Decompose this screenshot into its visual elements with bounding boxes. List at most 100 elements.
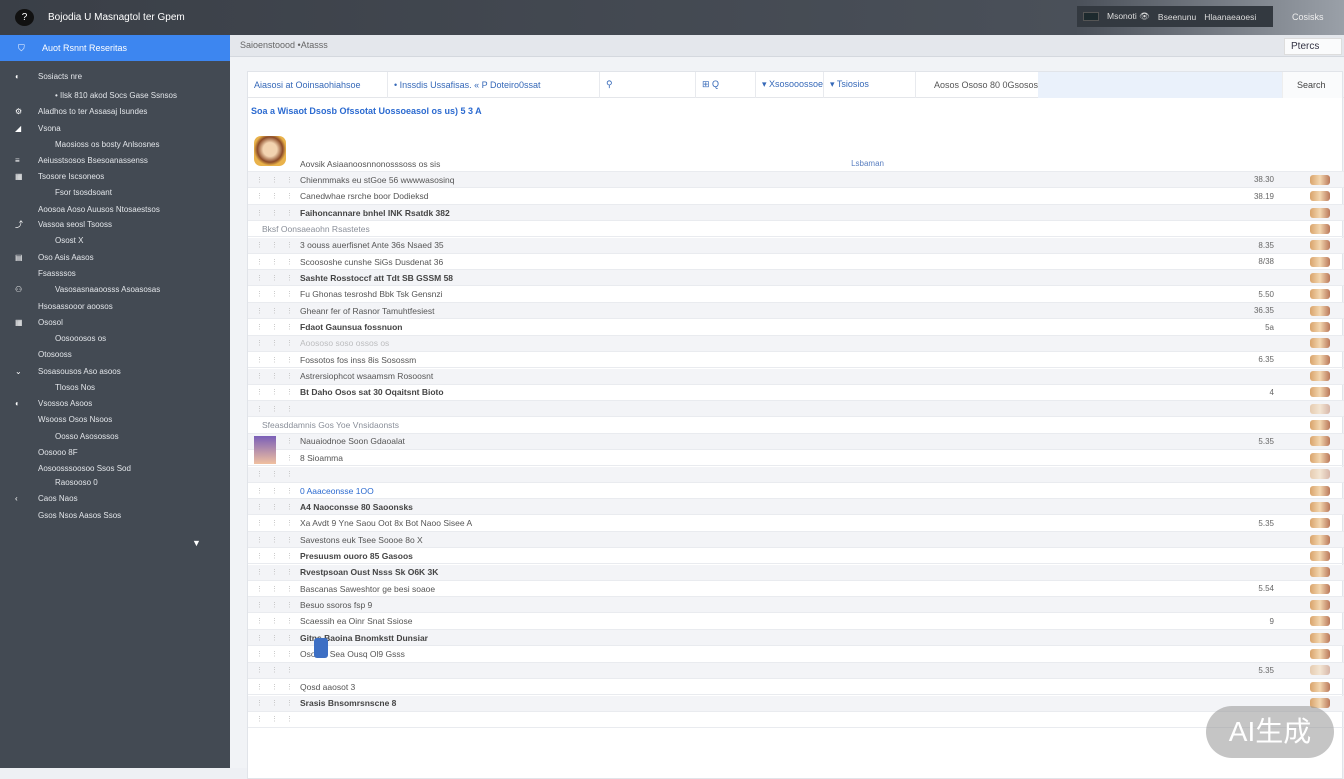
table-row[interactable]: ⋮ ⋮ ⋮8 Sioamma [248,450,1344,467]
row-handle-icon[interactable]: ⋮ ⋮ ⋮ [256,650,296,658]
table-row[interactable]: ⋮ ⋮ ⋮Nauaiodnoe Soon Gdaoalat5.35 [248,433,1344,450]
sidebar-item[interactable]: Osost X [0,233,230,247]
table-row[interactable]: ⋮ ⋮ ⋮ Srasis Bnsomrsnscne 8 [248,695,1344,712]
section-row[interactable]: Sfeasddamnis Gos Yoe Vnsidaonsts [248,418,1344,434]
table-row[interactable]: ⋮ ⋮ ⋮ Astrersiophcot wsaamsm Rosoosnt [248,368,1344,385]
row-handle-icon[interactable]: ⋮ ⋮ ⋮ [256,274,296,282]
table-row[interactable]: ⋮ ⋮ ⋮ Fdaot Gaunsua fossnuon 5a [248,320,1344,336]
row-handle-icon[interactable]: ⋮ ⋮ ⋮ [256,585,296,593]
section-row[interactable]: Bksf Oonsaeaohn Rsastetes [248,221,1344,238]
sidebar-item[interactable]: ▤ Oso Asis Aasos [0,250,230,264]
top-nav-item[interactable]: Hlaanaeaoesi [1204,12,1256,22]
table-row[interactable]: ⋮ ⋮ ⋮ Savestons euk Tsee Soooe 8o X [248,532,1344,549]
row-handle-icon[interactable]: ⋮ ⋮ ⋮ [256,617,296,625]
table-row[interactable]: ⋮ ⋮ ⋮ Scaessih ea Oinr Snat Ssiose 9 [248,614,1344,630]
table-row[interactable]: ⋮ ⋮ ⋮ Xa Avdt 9 Yne Saou Oot 8x Bot Naoo … [248,516,1344,532]
table-row[interactable]: ⋮ ⋮ ⋮ Qosd aaosot 3 [248,679,1344,696]
table-row[interactable]: ⋮ ⋮ ⋮ Bascanas Saweshtor ge besi soaoe 5.5… [248,581,1344,598]
table-row[interactable]: ⋮ ⋮ ⋮ Sashte Rosstoccf att Tdt SB GSSM 58 [248,270,1344,287]
sidebar-item[interactable]: ▦ Tsosore Iscsoneos [0,169,230,183]
table-row[interactable]: ⋮ ⋮ ⋮ Gheanr fer of Rasnor Tamuhtfesiest 3… [248,303,1344,320]
table-row[interactable]: ⋮ ⋮ ⋮ 3 oouss auerfisnet Ante 36s Nsaed 3… [248,237,1344,254]
sidebar-item[interactable]: Oosooo 8F [0,445,230,459]
row-handle-icon[interactable]: ⋮ ⋮ ⋮ [256,192,296,200]
table-row[interactable]: ⋮ ⋮ ⋮ Scoososhe cunshe SiGs Dusdenat 36 8/… [248,254,1344,271]
row-handle-icon[interactable]: ⋮ ⋮ ⋮ [256,699,296,707]
row-handle-icon[interactable]: ⋮ ⋮ ⋮ [256,290,296,298]
sidebar-item[interactable]: ‹ Caos Naos [0,491,230,505]
sidebar-item[interactable]: ⤴ Vassoa seosl Tsooss [0,217,230,231]
sidebar-item[interactable]: Oosooosos os [0,331,230,345]
row-handle-icon[interactable]: ⋮ ⋮ ⋮ [256,552,296,560]
row-handle-icon[interactable]: ⋮ ⋮ ⋮ [256,683,296,691]
table-row[interactable]: ⋮ ⋮ ⋮ [248,466,1344,483]
sidebar-item[interactable]: ⚇ Vasosasnaaoosss Asoasosas [0,282,230,296]
row-handle-icon[interactable]: ⋮ ⋮ ⋮ [256,388,296,396]
row-handle-icon[interactable]: ⋮ ⋮ ⋮ [256,519,296,527]
sidebar-item[interactable]: Fsassssos [0,266,230,280]
sidebar-item[interactable]: ⚙ Aladhos to ter Assasaj Isundes [0,104,230,118]
table-row[interactable]: ⋮ ⋮ ⋮ Gitns Baoina Bnomkstt Dunsiar [248,630,1344,647]
table-row[interactable]: ⋮ ⋮ ⋮ 0 Aaaceonsse 1OO [248,483,1344,499]
top-nav-item[interactable]: Msonoti 👁 [1107,11,1150,22]
table-row[interactable]: ⋮ ⋮ ⋮ Aoososo soso ossos os [248,335,1344,352]
table-row[interactable]: ⋮ ⋮ ⋮ Rvestpsoan Oust Nsss Sk O6K 3K [248,564,1344,581]
table-row[interactable]: ⋮ ⋮ ⋮ 5.35 [248,662,1344,679]
row-handle-icon[interactable]: ⋮ ⋮ ⋮ [256,503,296,511]
table-row[interactable]: Aovsik Asiaanoosnnonosssoss os sis Lsbama… [248,156,1344,172]
row-handle-icon[interactable]: ⋮ ⋮ ⋮ [256,339,296,347]
table-row[interactable]: ⋮ ⋮ ⋮ [248,401,1344,418]
row-handle-icon[interactable]: ⋮ ⋮ ⋮ [256,241,296,249]
sidebar-item[interactable]: Hsosassooor aoosos [0,299,230,313]
sidebar-item[interactable]: Maosioss os bosty Anlsosnes [0,137,230,151]
table-row[interactable]: ⋮ ⋮ ⋮ Presuusm ouoro 85 Gasoos [248,548,1344,565]
row-handle-icon[interactable]: ⋮ ⋮ ⋮ [256,536,296,544]
sidebar-item[interactable]: ◢ Vsona [0,121,230,135]
sidebar-item[interactable]: Oosso Asosossos [0,429,230,443]
table-row[interactable]: ⋮ ⋮ ⋮ A4 Naoconsse 80 Saoonsks [248,499,1344,516]
search-button[interactable]: Search [1282,72,1342,98]
table-row[interactable]: ⋮ ⋮ ⋮ Faihoncannare bnhel INK Rsatdk 382 [248,205,1344,222]
row-handle-icon[interactable]: ⋮ ⋮ ⋮ [256,323,296,331]
info-icon[interactable]: ? [15,9,34,26]
row-handle-icon[interactable]: ⋮ ⋮ ⋮ [256,258,296,266]
row-handle-icon[interactable]: ⋮ ⋮ ⋮ [256,568,296,576]
row-handle-icon[interactable]: ⋮ ⋮ ⋮ [256,372,296,380]
toolbar-filter[interactable]: Aiasosi at Ooinsaohiahsoe [248,71,388,98]
sidebar-item[interactable]: Tlosos Nos [0,380,230,394]
sidebar-item[interactable]: ⌄ Sosasousos Aso asoos [0,364,230,378]
row-handle-icon[interactable]: ⋮ ⋮ ⋮ [256,307,296,315]
table-row[interactable]: ⋮ ⋮ ⋮ Fu Ghonas tesroshd Bbk Tsk Gensnzi 5… [248,287,1344,303]
sidebar-item[interactable]: Aoosoa Aoso Auusos Ntosaestsos [0,202,230,216]
row-handle-icon[interactable]: ⋮ ⋮ ⋮ [256,487,296,495]
sidebar-item[interactable]: • Ilsk 810 akod Socs Gase Ssnsos [0,88,230,102]
table-row[interactable]: ⋮ ⋮ ⋮ Besuo ssoros fsp 9 [248,597,1344,614]
sidebar-item[interactable]: ≡ Aeiusstsosos Bsesoanassenss [0,153,230,167]
table-row[interactable]: ⋮ ⋮ ⋮ Bt Daho Osos sat 30 Oqaitsnt Bioto 4 [248,385,1344,401]
sidebar-item[interactable]: Wsooss Osos Nsoos [0,412,230,426]
row-handle-icon[interactable]: ⋮ ⋮ ⋮ [256,209,296,217]
sidebar-item[interactable]: Aosoosssoosoo Ssos Sod [0,461,230,475]
toolbar-tool[interactable]: ⊞ Q [696,71,756,98]
row-handle-icon[interactable]: ⋮ ⋮ ⋮ [256,634,296,642]
sidebar-item[interactable]: Gsos Nsos Aasos Ssos [0,508,230,522]
sidebar-item[interactable]: Fsor tsosdsoant [0,185,230,199]
row-handle-icon[interactable]: ⋮ ⋮ ⋮ [256,715,296,723]
sidebar-item[interactable]: Raosooso 0 [0,475,230,489]
sidebar-item[interactable]: ▦ Ososol [0,315,230,329]
sidebar-item[interactable]: ◐ Sosiacts nre [0,69,230,83]
toolbar-tool[interactable]: ⚲ [600,71,696,98]
toolbar-dropdown[interactable]: ▾ Tsiosios [824,71,916,98]
toolbar-dropdown[interactable]: ▾ Xsosooossoe [756,71,824,98]
table-row[interactable]: ⋮ ⋮ ⋮ Osoaat Sea Ousq Ol9 Gsss [248,647,1344,663]
sidebar-item[interactable]: Otosooss [0,347,230,361]
chevron-down-icon[interactable]: ▼ [192,538,201,548]
table-row[interactable]: ⋮ ⋮ ⋮ Fossotos fos inss 8is Sosossm 6.35 [248,352,1344,369]
user-menu[interactable]: Cosisks [1292,12,1324,22]
table-row[interactable]: ⋮ ⋮ ⋮ [248,712,1344,728]
row-handle-icon[interactable]: ⋮ ⋮ ⋮ [256,470,296,478]
sidebar-item[interactable]: ◐ Vsossos Asoos [0,396,230,410]
row-handle-icon[interactable]: ⋮ ⋮ ⋮ [256,356,296,364]
sidebar-item-active[interactable]: ⛉ Auot Rsnnt Reseritas [0,35,230,61]
row-handle-icon[interactable]: ⋮ ⋮ ⋮ [256,405,296,413]
